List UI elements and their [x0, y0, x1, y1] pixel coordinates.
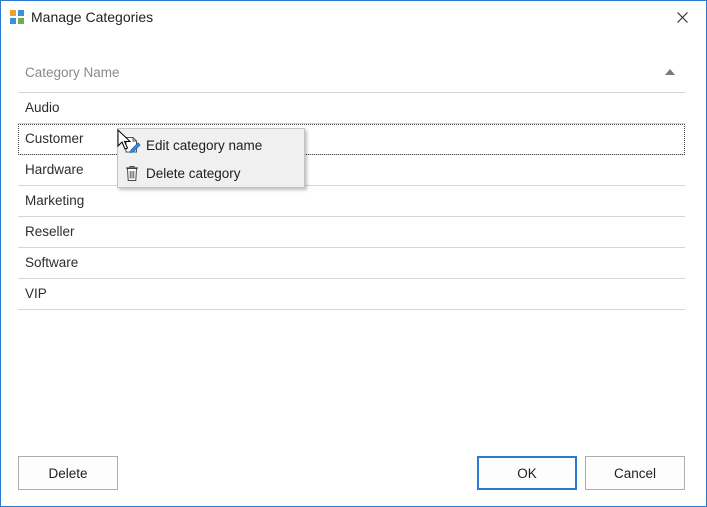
cancel-button[interactable]: Cancel — [585, 456, 685, 490]
category-cell: VIP — [25, 286, 47, 301]
category-cell: Software — [25, 255, 79, 270]
column-header-label: Category Name — [25, 65, 120, 80]
app-grid-icon — [10, 10, 25, 25]
ok-button[interactable]: OK — [477, 456, 577, 490]
window-title: Manage Categories — [31, 9, 154, 25]
menu-item-label: Edit category name — [146, 138, 263, 153]
category-cell: Customer — [25, 131, 84, 146]
category-cell: Audio — [25, 100, 60, 115]
edit-icon — [125, 137, 141, 154]
trash-icon — [126, 166, 138, 181]
manage-categories-dialog: Manage Categories Category Name Audio Cu… — [0, 0, 707, 507]
title-bar: Manage Categories — [1, 1, 706, 33]
delete-button[interactable]: Delete — [18, 456, 118, 490]
menu-item-delete-category[interactable]: Delete category — [118, 159, 304, 187]
table-row[interactable]: Reseller — [18, 217, 685, 248]
category-cell: Hardware — [25, 162, 84, 177]
sort-ascending-icon — [665, 69, 675, 75]
menu-item-edit-category-name[interactable]: Edit category name — [118, 131, 304, 159]
category-cell: Reseller — [25, 224, 75, 239]
close-icon — [676, 11, 688, 23]
category-cell: Marketing — [25, 193, 85, 208]
column-header-category-name[interactable]: Category Name — [18, 54, 685, 93]
table-row[interactable]: Audio — [18, 93, 685, 124]
table-row[interactable]: Marketing — [18, 186, 685, 217]
close-button[interactable] — [666, 3, 698, 31]
table-row[interactable]: Software — [18, 248, 685, 279]
table-row[interactable]: VIP — [18, 279, 685, 310]
context-menu: Edit category name Delete category — [117, 128, 305, 188]
menu-item-label: Delete category — [146, 166, 241, 181]
